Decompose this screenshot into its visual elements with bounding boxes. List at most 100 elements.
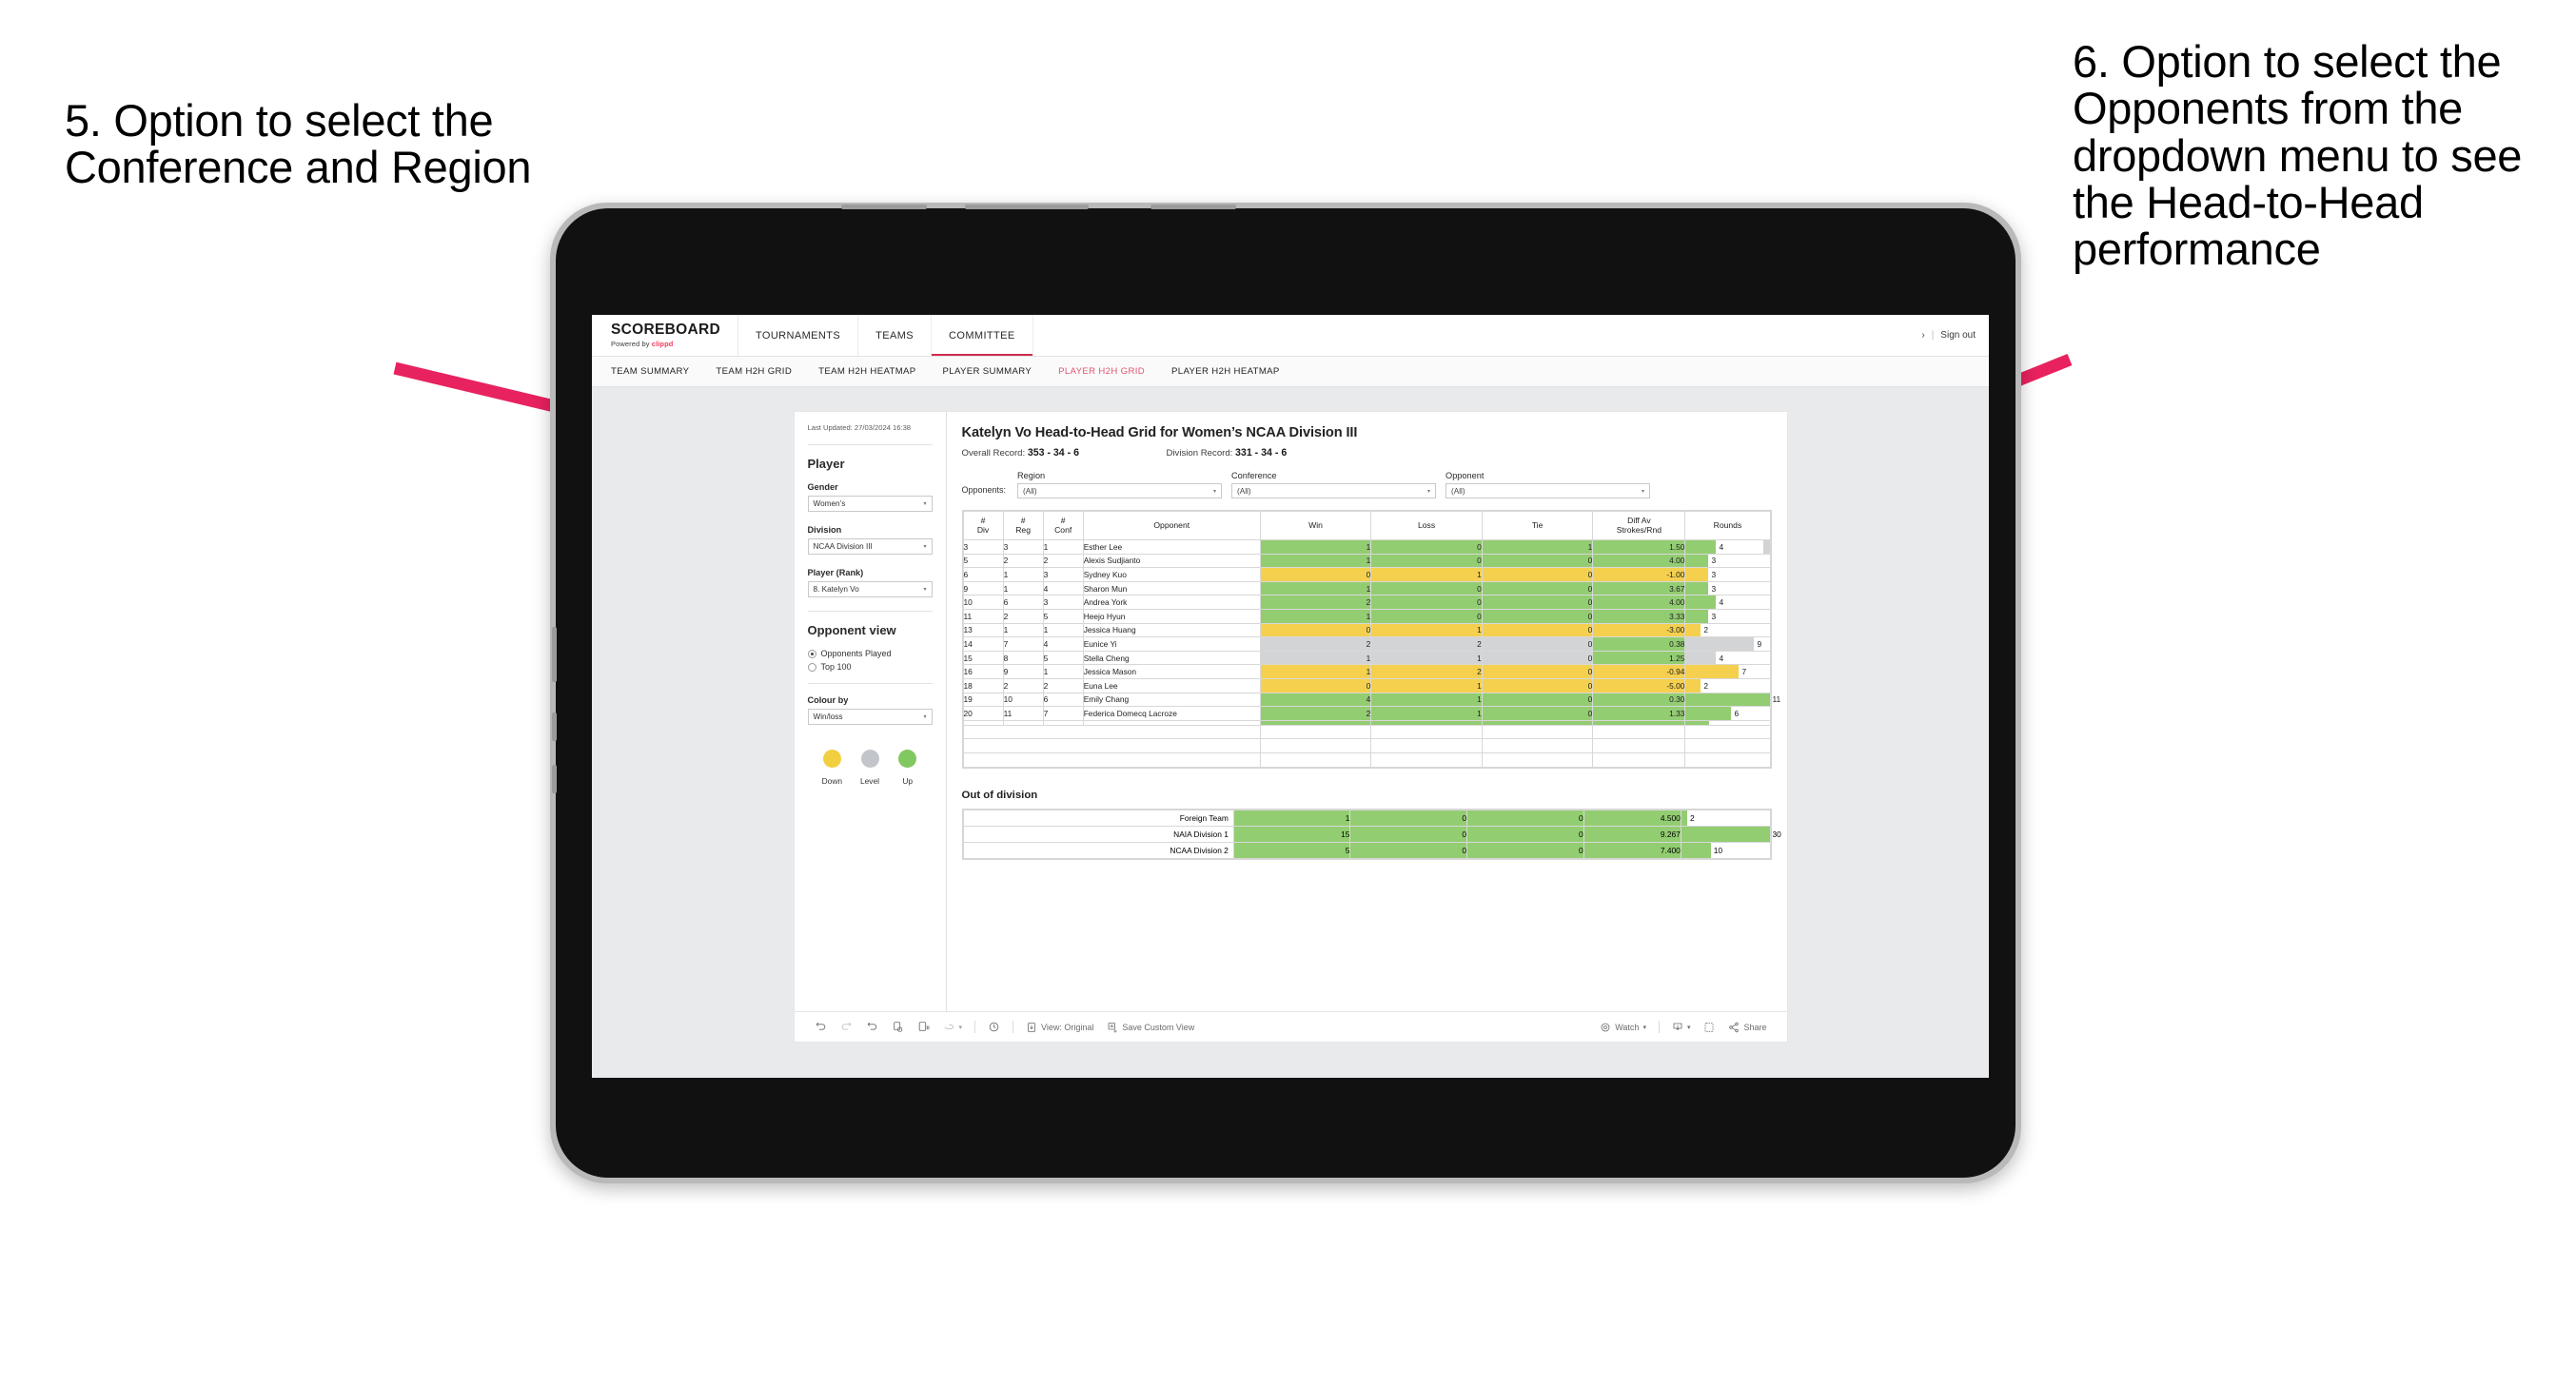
refresh-data-button[interactable] — [885, 1021, 911, 1033]
table-row[interactable]: 9 1 4 Sharon Mun 1 0 0 3.67 3 — [962, 580, 1771, 596]
cell-rounds: 9 — [1684, 636, 1771, 652]
field-player-rank: Player (Rank) 8. Katelyn Vo ▾ — [807, 568, 933, 598]
share-label: Share — [1743, 1022, 1767, 1032]
view-original-button[interactable]: View: Original — [1019, 1022, 1100, 1033]
cell-loss: 1 — [1370, 677, 1483, 693]
cell-conf: 4 — [1042, 636, 1084, 652]
watch-label: Watch — [1615, 1022, 1640, 1032]
conference-dropdown[interactable]: (All) ▾ — [1231, 483, 1437, 498]
cell-loss: 1 — [1370, 622, 1483, 638]
legend-dot-level — [860, 750, 879, 769]
cell-conf: 7 — [1042, 706, 1084, 721]
chevron-down-icon: ▾ — [923, 544, 927, 551]
cell-rounds: 7 — [1684, 664, 1771, 679]
cell-rounds: 2 — [1680, 809, 1771, 827]
cell-reg: 3 — [1002, 539, 1044, 555]
chevron-right-icon[interactable]: › — [1921, 330, 1924, 341]
cell-div: 15 — [962, 650, 1004, 666]
sign-out-link[interactable]: Sign out — [1940, 330, 1976, 341]
region-dropdown[interactable]: (All) ▾ — [1017, 483, 1223, 498]
out-of-division-row[interactable]: NCAA Division 2 5 0 0 7.400 10 — [962, 841, 1771, 859]
out-of-division-row[interactable]: Foreign Team 1 0 0 4.500 2 — [962, 809, 1771, 827]
cell-diff: -1.00 — [1592, 567, 1686, 582]
radio-opponents-played[interactable]: Opponents Played — [807, 649, 933, 658]
nav-item-tournaments[interactable]: TOURNAMENTS — [738, 315, 859, 356]
tab-player-summary[interactable]: PLAYER SUMMARY — [943, 366, 1032, 377]
legend-label-down: Down — [821, 776, 843, 787]
nav-item-teams[interactable]: TEAMS — [858, 315, 933, 356]
player-rank-select-value: 8. Katelyn Vo — [813, 585, 859, 595]
brand-logo[interactable]: SCOREBOARD Powered by clippd — [592, 315, 738, 356]
table-row[interactable]: 14 7 4 Eunice Yi 2 2 0 0.38 9 — [962, 636, 1771, 652]
save-custom-view-button[interactable]: Save Custom View — [1100, 1022, 1201, 1033]
legend-dot-up — [898, 750, 917, 769]
cell-div: 16 — [962, 664, 1004, 679]
table-row[interactable]: 18 2 2 Euna Lee 0 1 0 -5.00 2 — [962, 677, 1771, 693]
gender-select[interactable]: Women’s ▾ — [807, 496, 933, 513]
table-row[interactable]: 11 2 5 Heejo Hyun 1 0 0 3.33 3 — [962, 608, 1771, 624]
brand-name: SCOREBOARD — [611, 321, 720, 338]
opponent-dropdown[interactable]: (All) ▾ — [1445, 483, 1651, 498]
toolbar-divider-3 — [1658, 1021, 1660, 1033]
undo-button[interactable] — [808, 1021, 834, 1033]
h2h-grid: # Div # Reg # Conf Opponent Win Loss Tie Di… — [961, 510, 1780, 769]
nav-item-committee[interactable]: COMMITTEE — [932, 315, 1033, 356]
view-original-label: View: Original — [1041, 1022, 1094, 1032]
share-button[interactable]: Share — [1721, 1022, 1773, 1033]
refresh-dropdown-button[interactable]: ▾ — [936, 1021, 970, 1033]
table-row[interactable]: 10 6 3 Andrea York 2 0 0 4.00 4 — [962, 595, 1771, 610]
tab-player-h2h-heatmap[interactable]: PLAYER H2H HEATMAP — [1171, 366, 1280, 377]
cell-opponent: Jessica Huang — [1082, 622, 1261, 638]
cell-opponent: Sharon Mun — [1082, 580, 1261, 596]
radio-icon-selected — [807, 649, 816, 658]
tab-player-h2h-grid[interactable]: PLAYER H2H GRID — [1058, 366, 1145, 377]
cell-rounds: 3 — [1684, 580, 1771, 596]
cell-tie: 0 — [1481, 553, 1594, 569]
pause-auto-update-button[interactable] — [911, 1021, 936, 1033]
tab-team-summary[interactable]: TEAM SUMMARY — [611, 366, 689, 377]
radio-top-100[interactable]: Top 100 — [807, 662, 933, 673]
colour-by-select-value: Win/loss — [813, 713, 843, 722]
cell-loss: 1 — [1370, 567, 1483, 582]
cell-tie: 0 — [1466, 809, 1584, 827]
cell-rounds: 3 — [1684, 553, 1771, 569]
dashboard-card: Last Updated: 27/03/2024 16:38 Player Ge… — [794, 412, 1787, 1042]
cell-loss: 0 — [1349, 809, 1468, 827]
app-header: SCOREBOARD Powered by clippd TOURNAMENTS… — [592, 315, 1989, 357]
table-row[interactable]: 5 2 2 Alexis Sudjianto 1 0 0 4.00 3 — [962, 553, 1771, 569]
colour-by-select[interactable]: Win/loss ▾ — [807, 709, 933, 726]
table-row[interactable]: 20 11 7 Federica Domecq Lacroze 2 1 0 1.33 6 — [962, 706, 1771, 721]
division-select[interactable]: NCAA Division III ▾ — [807, 538, 933, 556]
cell-opponent: Alexis Sudjianto — [1082, 553, 1261, 569]
table-row[interactable]: 6 1 3 Sydney Kuo 0 1 0 -1.00 3 — [962, 567, 1771, 582]
redo-button[interactable] — [834, 1021, 859, 1033]
device-layout-button[interactable] — [1697, 1022, 1721, 1033]
tab-team-h2h-grid[interactable]: TEAM H2H GRID — [716, 366, 792, 377]
tab-team-h2h-heatmap[interactable]: TEAM H2H HEATMAP — [818, 366, 915, 377]
header-divider: | — [1931, 330, 1935, 341]
cell-win: 1 — [1259, 539, 1372, 555]
cell-loss: 0 — [1370, 608, 1483, 624]
out-of-division-row[interactable]: NAIA Division 1 15 0 0 9.267 30 — [962, 825, 1781, 843]
cell-loss: 0 — [1370, 580, 1483, 596]
radio-top-100-label: Top 100 — [820, 662, 852, 673]
table-row[interactable]: 19 10 6 Emily Chang 4 1 0 0.30 11 — [962, 692, 1780, 708]
table-row[interactable]: 13 1 1 Jessica Huang 0 1 0 -3.00 2 — [962, 622, 1771, 638]
cell-rounds: 4 — [1684, 539, 1771, 555]
vertical-scrollbar[interactable] — [1762, 540, 1770, 554]
cell-opponent: Emily Chang — [1082, 692, 1261, 708]
table-row[interactable]: 16 9 1 Jessica Mason 1 2 0 -0.94 7 — [962, 664, 1771, 679]
table-row[interactable]: 3 3 1 Esther Lee 1 0 1 1.50 4 — [962, 539, 1771, 555]
cell-diff: 0.38 — [1592, 636, 1686, 652]
col-conf-label: # Conf — [1054, 515, 1072, 535]
cell-category: NAIA Division 1 — [962, 825, 1234, 843]
cell-opponent: Federica Domecq Lacroze — [1082, 706, 1261, 721]
cell-conf: 2 — [1042, 553, 1084, 569]
watch-button[interactable]: Watch ▾ — [1593, 1022, 1653, 1033]
download-button[interactable]: ▾ — [1665, 1022, 1698, 1033]
pause-button[interactable] — [981, 1021, 1007, 1033]
cell-div: 20 — [962, 706, 1004, 721]
revert-button[interactable] — [859, 1021, 885, 1033]
table-row[interactable]: 15 8 5 Stella Cheng 1 1 0 1.25 4 — [962, 650, 1771, 666]
player-rank-select[interactable]: 8. Katelyn Vo ▾ — [807, 581, 933, 598]
